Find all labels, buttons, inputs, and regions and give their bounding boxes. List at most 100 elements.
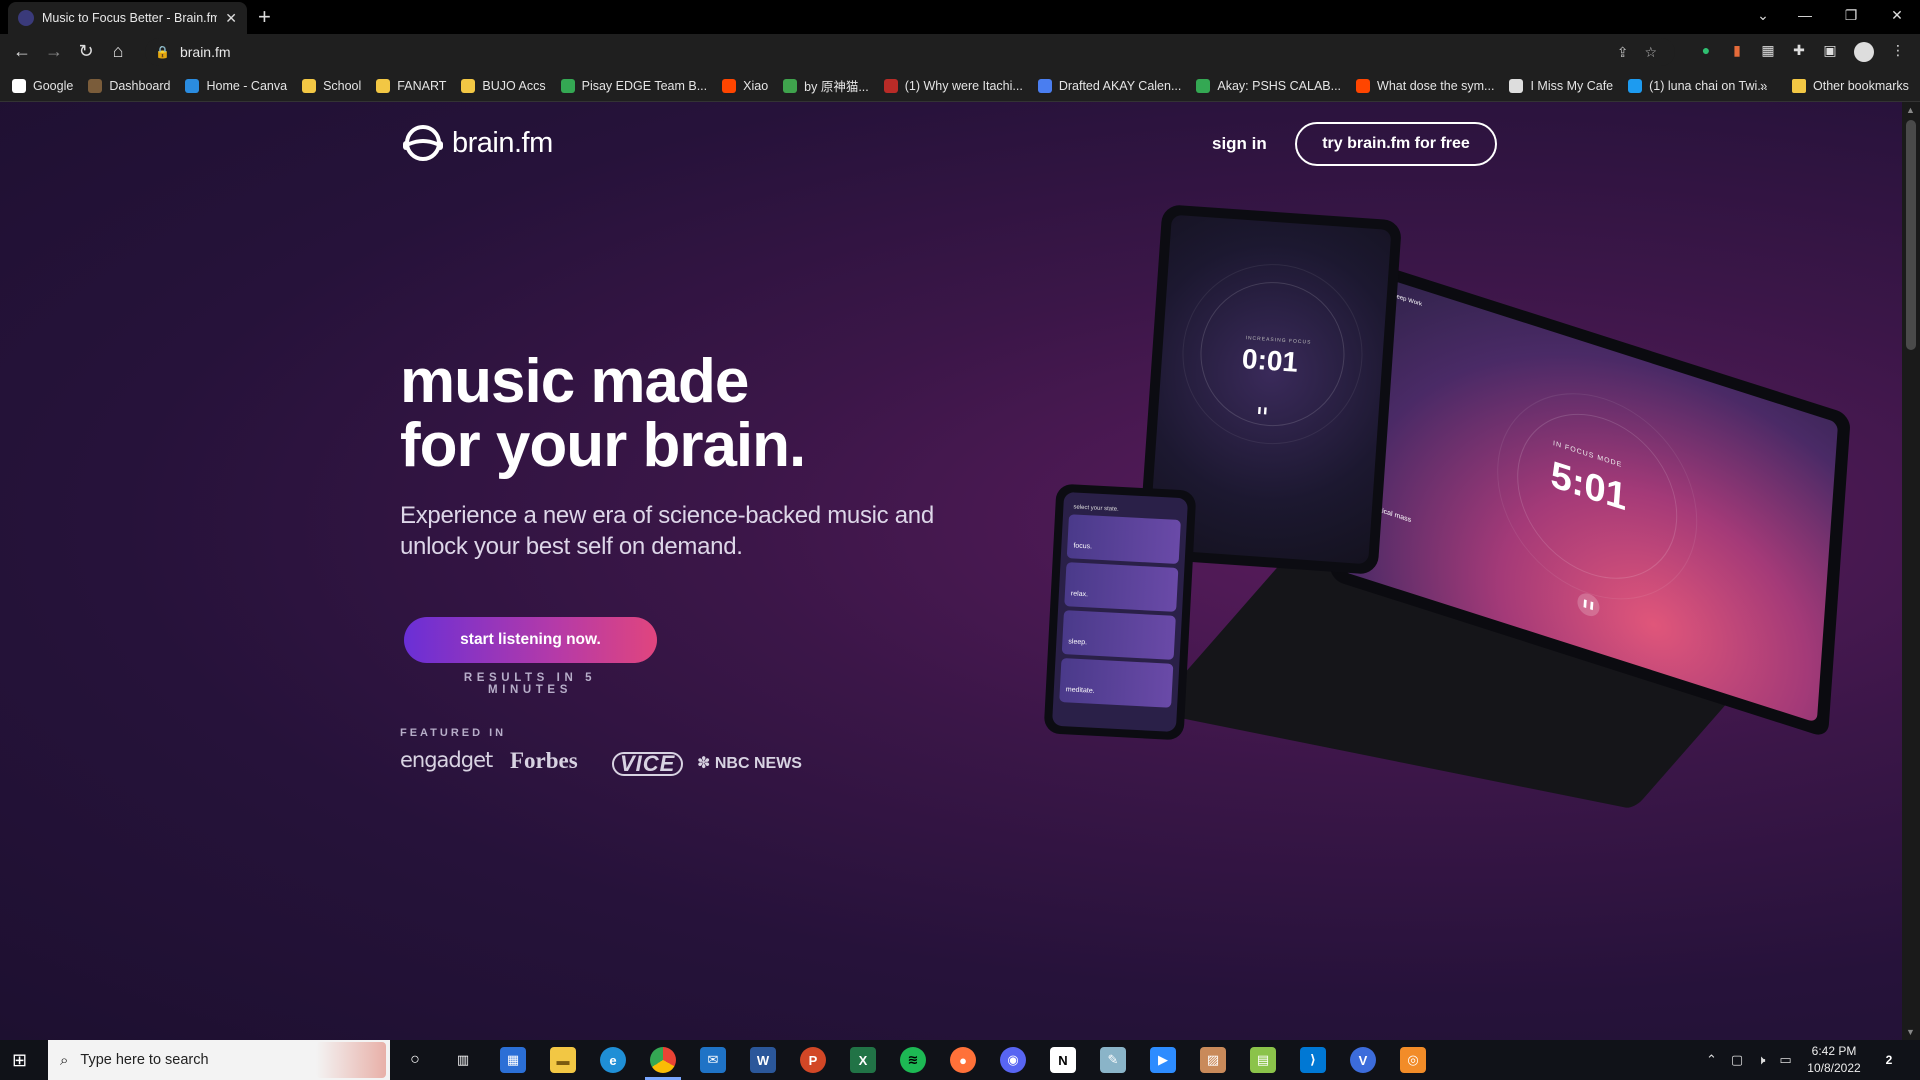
reload-icon[interactable]: ↻ [74, 41, 98, 62]
volume-icon[interactable]: 🕨 [1757, 1052, 1765, 1068]
bookmark-label: by 原神猫... [804, 80, 869, 94]
tablet-pause-icon: ❚❚ [1256, 407, 1269, 415]
restore-icon[interactable]: ❐ [1828, 0, 1874, 30]
forbes-logo: Forbes [510, 748, 578, 773]
phone-card-sleep: sleep. [1061, 610, 1176, 660]
bookmark-item[interactable]: School [302, 78, 361, 93]
excel-icon[interactable]: X [850, 1047, 876, 1073]
pdf-app-icon[interactable]: ◎ [1400, 1047, 1426, 1073]
folder-icon [376, 78, 391, 93]
bookmark-item[interactable]: Drafted AKAY Calen... [1037, 78, 1181, 93]
scroll-up-icon[interactable]: ▲ [1906, 105, 1915, 115]
show-hidden-icons-icon[interactable]: ⌃ [1706, 1052, 1717, 1068]
phone-card-relax: relax. [1064, 562, 1179, 612]
url-text[interactable]: brain.fm [180, 44, 231, 60]
spotify-icon[interactable]: ≋ [900, 1047, 926, 1073]
clock-date: 10/8/2022 [1807, 1061, 1861, 1075]
page-scrollbar[interactable]: ▲ ▼ [1902, 102, 1920, 1040]
mail-icon[interactable]: ✉ [700, 1047, 726, 1073]
vscode-icon[interactable]: ⟩ [1300, 1047, 1326, 1073]
brainfm-landing-page: brain.fm sign in try brain.fm for free m… [0, 102, 1902, 1040]
firefox-icon[interactable]: ● [950, 1047, 976, 1073]
network-icon[interactable]: ▭ [1779, 1052, 1791, 1068]
results-tagline: RESULTS IN 5 MINUTES [463, 672, 597, 696]
featured-in-label: FEATURED IN [400, 727, 507, 739]
v-app-icon[interactable]: V [1350, 1047, 1376, 1073]
notes-app-icon[interactable]: ▤ [1250, 1047, 1276, 1073]
scroll-down-icon[interactable]: ▼ [1906, 1027, 1915, 1037]
grammarly-icon[interactable]: ● [1696, 42, 1716, 62]
profile-avatar[interactable] [1854, 42, 1874, 62]
edge-icon[interactable]: e [600, 1047, 626, 1073]
side-panel-icon[interactable]: ▣ [1820, 42, 1840, 62]
search-highlight-image [316, 1042, 386, 1078]
bookmark-item[interactable]: Home - Canva [185, 78, 287, 93]
extensions-puzzle-icon[interactable]: ✚ [1789, 42, 1809, 62]
try-free-button[interactable]: try brain.fm for free [1295, 122, 1497, 166]
brainfm-logo[interactable]: brain.fm [400, 124, 553, 162]
chrome-icon[interactable] [650, 1047, 676, 1073]
store-icon[interactable]: ▦ [500, 1047, 526, 1073]
new-tab-button[interactable]: + [258, 4, 271, 30]
scrollbar-thumb[interactable] [1906, 120, 1916, 350]
bookmark-item[interactable]: Pisay EDGE Team B... [560, 78, 707, 93]
notifications-icon[interactable]: 2 [1876, 1047, 1902, 1073]
bookmark-item[interactable]: What dose the sym... [1356, 78, 1494, 93]
sign-in-link[interactable]: sign in [1212, 134, 1267, 154]
tab-strip: Music to Focus Better - Brain.fm ✕ + ⌄ —… [0, 0, 1920, 34]
bookmark-item[interactable]: (1) Why were Itachi... [883, 78, 1023, 93]
leaf-icon [783, 78, 798, 93]
webcam-icon[interactable]: ▢ [1731, 1052, 1743, 1068]
bookmark-item[interactable]: Xiao [722, 78, 768, 93]
taskbar-search-box[interactable]: ⌕ Type here to search [48, 1040, 390, 1080]
zoom-icon[interactable]: ▶ [1150, 1047, 1176, 1073]
notion-icon[interactable]: N [1050, 1047, 1076, 1073]
bookmark-item[interactable]: by 原神猫... [783, 76, 869, 95]
bookmark-item[interactable]: FANART [376, 78, 446, 93]
share-icon[interactable]: ⇪ [1617, 44, 1629, 61]
windows-taskbar: ⊞ ⌕ Type here to search ○ ▥ ▦ ▬ e ✉ W P … [0, 1040, 1920, 1080]
bookmark-star-icon[interactable]: ☆ [1644, 44, 1657, 61]
menu-kebab-icon[interactable]: ⋮ [1888, 42, 1908, 62]
home-icon[interactable]: ⌂ [106, 41, 130, 62]
bookmark-item[interactable]: Google [12, 78, 73, 93]
vice-logo: VICE [612, 752, 684, 776]
quora-icon [883, 78, 898, 93]
bookmark-label: Akay: PSHS CALAB... [1217, 78, 1342, 93]
start-listening-button[interactable]: start listening now. [404, 617, 657, 663]
headline-line-2: for your brain. [400, 411, 806, 480]
cortana-icon[interactable]: ○ [402, 1047, 428, 1073]
system-tray: ⌃ ▢ 🕨 ▭ [1706, 1040, 1792, 1080]
bookmark-item[interactable]: BUJO Accs [461, 78, 546, 93]
image-app-icon[interactable]: ▨ [1200, 1047, 1226, 1073]
forward-icon[interactable]: → [42, 41, 66, 62]
close-tab-icon[interactable]: ✕ [225, 10, 237, 27]
tab-brainfm[interactable]: Music to Focus Better - Brain.fm ✕ [8, 2, 247, 34]
bookmark-item[interactable]: I Miss My Cafe [1509, 78, 1613, 93]
lock-icon[interactable]: 🔒 [155, 45, 170, 59]
taskbar-clock[interactable]: 6:42 PM 10/8/2022 [1796, 1043, 1872, 1077]
windows-start-icon[interactable]: ⊞ [12, 1050, 27, 1071]
bookmark-item[interactable]: Akay: PSHS CALAB... [1196, 78, 1342, 93]
task-view-icon[interactable]: ▥ [450, 1047, 476, 1073]
word-icon[interactable]: W [750, 1047, 776, 1073]
tab-search-icon[interactable]: ⌄ [1740, 0, 1786, 30]
extension-grid-icon[interactable]: ▦ [1758, 42, 1778, 62]
paint-icon[interactable]: ✎ [1100, 1047, 1126, 1073]
address-bar[interactable]: 🔒 brain.fm ⇪ ☆ [145, 38, 1675, 66]
minimize-icon[interactable]: — [1782, 0, 1828, 30]
engadget-logo: engadget [400, 748, 493, 772]
powerpoint-icon[interactable]: P [800, 1047, 826, 1073]
extension-cup-icon[interactable]: ▮ [1727, 42, 1747, 62]
docs-icon [1037, 78, 1052, 93]
bookmarks-overflow-icon[interactable]: » [1760, 78, 1767, 93]
back-icon[interactable]: ← [10, 41, 34, 62]
discord-icon[interactable]: ◉ [1000, 1047, 1026, 1073]
bookmark-item[interactable]: Dashboard [88, 78, 170, 93]
dashboard-icon [88, 78, 103, 93]
other-bookmarks-label: Other bookmarks [1813, 79, 1909, 93]
other-bookmarks[interactable]: Other bookmarks [1792, 70, 1909, 102]
file-explorer-icon[interactable]: ▬ [550, 1047, 576, 1073]
close-window-icon[interactable]: ✕ [1874, 0, 1920, 30]
bookmark-item[interactable]: (1) luna chai on Twi... [1628, 78, 1768, 93]
